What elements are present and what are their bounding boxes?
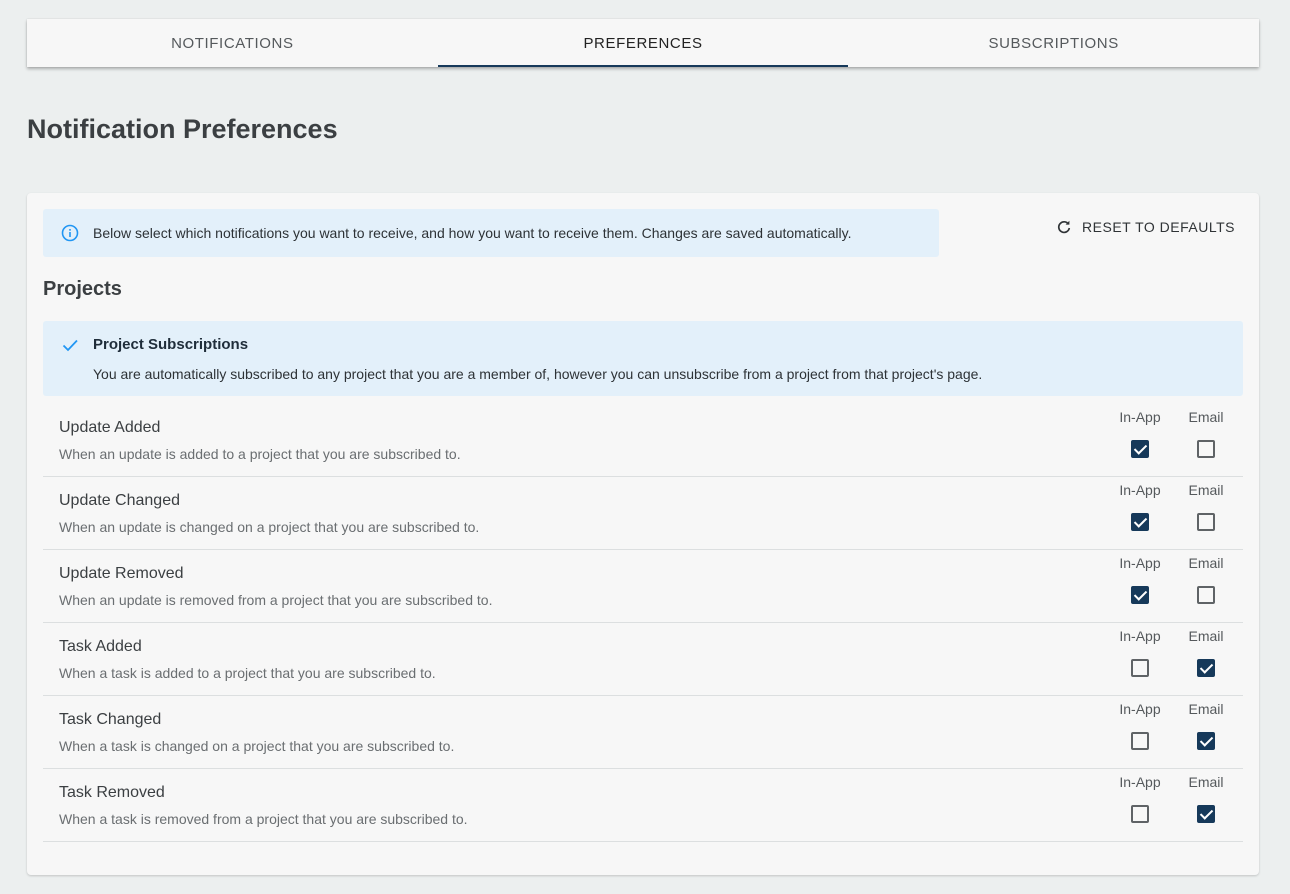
section-title-projects: Projects bbox=[43, 278, 122, 300]
info-banner-text: Below select which notifications you wan… bbox=[93, 225, 852, 241]
preference-description: When a task is added to a project that y… bbox=[59, 665, 436, 681]
preference-description: When a task is removed from a project th… bbox=[59, 811, 468, 827]
email-label: Email bbox=[1188, 409, 1224, 425]
email-label: Email bbox=[1188, 555, 1224, 571]
info-banner: Below select which notifications you wan… bbox=[43, 209, 939, 257]
preference-list: Update Added When an update is added to … bbox=[43, 404, 1243, 842]
preference-description: When an update is added to a project tha… bbox=[59, 446, 461, 462]
email-checkbox[interactable] bbox=[1197, 659, 1215, 677]
in-app-label: In-App bbox=[1119, 482, 1161, 498]
in-app-checkbox[interactable] bbox=[1131, 586, 1149, 604]
preference-description: When an update is removed from a project… bbox=[59, 592, 493, 608]
in-app-checkbox[interactable] bbox=[1131, 513, 1149, 531]
preference-row-update-added: Update Added When an update is added to … bbox=[43, 404, 1243, 477]
tab-subscriptions[interactable]: SUBSCRIPTIONS bbox=[848, 19, 1259, 67]
email-checkbox[interactable] bbox=[1197, 440, 1215, 458]
check-icon bbox=[61, 336, 79, 354]
preference-name: Task Changed bbox=[59, 711, 162, 728]
in-app-label: In-App bbox=[1119, 555, 1161, 571]
project-subscriptions-banner: Project Subscriptions You are automatica… bbox=[43, 321, 1243, 396]
preference-row-update-changed: Update Changed When an update is changed… bbox=[43, 477, 1243, 550]
reset-button-label: RESET TO DEFAULTS bbox=[1082, 219, 1235, 235]
email-label: Email bbox=[1188, 774, 1224, 790]
preference-row-task-added: Task Added When a task is added to a pro… bbox=[43, 623, 1243, 696]
in-app-checkbox[interactable] bbox=[1131, 805, 1149, 823]
preferences-card: Below select which notifications you wan… bbox=[27, 193, 1259, 875]
email-checkbox[interactable] bbox=[1197, 732, 1215, 750]
page-title: Notification Preferences bbox=[27, 114, 338, 144]
info-icon bbox=[61, 224, 79, 242]
in-app-checkbox[interactable] bbox=[1131, 440, 1149, 458]
preference-name: Task Removed bbox=[59, 784, 165, 801]
email-label: Email bbox=[1188, 701, 1224, 717]
preference-description: When an update is changed on a project t… bbox=[59, 519, 480, 535]
in-app-label: In-App bbox=[1119, 701, 1161, 717]
preference-name: Task Added bbox=[59, 638, 142, 655]
email-label: Email bbox=[1188, 482, 1224, 498]
in-app-checkbox[interactable] bbox=[1131, 732, 1149, 750]
tab-bar: NOTIFICATIONS PREFERENCES SUBSCRIPTIONS bbox=[27, 19, 1259, 67]
preference-row-task-changed: Task Changed When a task is changed on a… bbox=[43, 696, 1243, 769]
preference-name: Update Changed bbox=[59, 492, 180, 509]
reset-to-defaults-button[interactable]: RESET TO DEFAULTS bbox=[1056, 217, 1235, 237]
email-checkbox[interactable] bbox=[1197, 586, 1215, 604]
in-app-label: In-App bbox=[1119, 628, 1161, 644]
email-checkbox[interactable] bbox=[1197, 513, 1215, 531]
tab-notifications[interactable]: NOTIFICATIONS bbox=[27, 19, 438, 67]
tab-preferences[interactable]: PREFERENCES bbox=[437, 19, 849, 67]
email-label: Email bbox=[1188, 628, 1224, 644]
in-app-label: In-App bbox=[1119, 409, 1161, 425]
preference-description: When a task is changed on a project that… bbox=[59, 738, 455, 754]
refresh-icon bbox=[1056, 219, 1072, 235]
preference-row-task-removed: Task Removed When a task is removed from… bbox=[43, 769, 1243, 842]
preference-name: Update Added bbox=[59, 419, 161, 436]
preference-row-update-removed: Update Removed When an update is removed… bbox=[43, 550, 1243, 623]
in-app-label: In-App bbox=[1119, 774, 1161, 790]
in-app-checkbox[interactable] bbox=[1131, 659, 1149, 677]
subscription-banner-title: Project Subscriptions bbox=[93, 336, 249, 353]
email-checkbox[interactable] bbox=[1197, 805, 1215, 823]
subscription-banner-text: You are automatically subscribed to any … bbox=[93, 366, 983, 382]
preference-name: Update Removed bbox=[59, 565, 184, 582]
